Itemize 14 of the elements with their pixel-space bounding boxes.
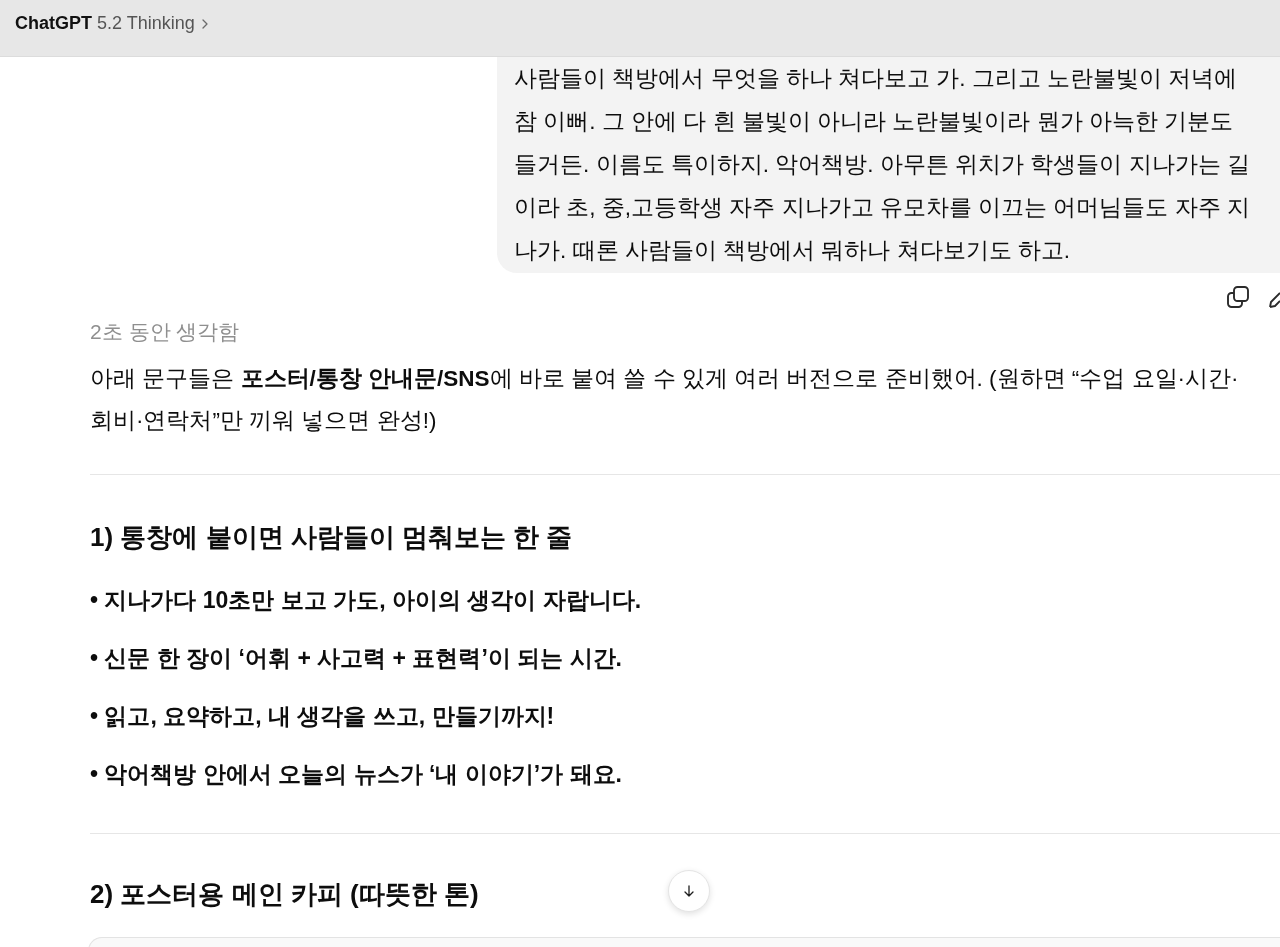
bullet-item: • 읽고, 요약하고, 내 생각을 쓰고, 만들기까지! <box>90 702 555 731</box>
section-heading: 1) 통창에 붙이면 사람들이 멈춰보는 한 줄 <box>90 521 573 554</box>
copy-icon <box>1226 285 1250 309</box>
user-message-bubble: 사람들이 책방에서 무엇을 하나 쳐다보고 가. 그리고 노란불빛이 저녁에 참 이뻐. 그 안에 다 흰 불빛이 아니라 노란불빛이라 뭔가 아늑한 기분도 들거든. 이름도 특이하지. 악어책방. 아무튼 위치가 학생들이 지나가는 길이라 초, 중,고등학생 자주 지나가고 유모차를 이끄는 어머님들도 자주 지나가. 때론 사람들이 책방에서 뭐하나 쳐다보기도 하고. <box>497 57 1280 273</box>
chevron-right-icon <box>201 19 208 29</box>
model-selector[interactable]: ChatGPT 5.2 Thinking <box>15 13 208 34</box>
arrow-down-icon <box>684 885 694 897</box>
scroll-down-button[interactable] <box>668 870 710 912</box>
section-heading: 2) 포스터용 메인 카피 (따뜻한 톤) <box>90 878 479 911</box>
bullet-item: • 지나가다 10초만 보고 가도, 아이의 생각이 자랍니다. <box>90 586 642 615</box>
bullet-item: • 악어책방 안에서 오늘의 뉴스가 ‘내 이야기’가 돼요. <box>90 760 622 789</box>
copy-button[interactable] <box>1226 285 1250 309</box>
bullet-item: • 신문 한 장이 ‘어휘 + 사고력 + 표현력’이 되는 시간. <box>90 644 622 673</box>
answer-intro-text: 아래 문구들은 포스터/통창 안내문/SNS에 바로 붙여 쓸 수 있게 여러 버전으로 준비했어. (원하면 “수업 요일·시간·회비·연락처”만 끼워 넣으면 완성!) <box>90 365 1240 435</box>
